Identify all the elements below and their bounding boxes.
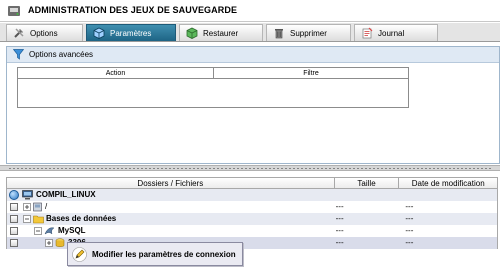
tab-journal[interactable]: Journal (354, 24, 438, 41)
column-header-files[interactable]: Dossiers / Fichiers (7, 178, 335, 188)
folder-icon (33, 215, 44, 224)
tree-item-label: MySQL (58, 226, 86, 235)
tree-row-databases[interactable]: Bases de données --- --- (7, 213, 497, 225)
size-value: --- (335, 226, 344, 235)
row-checkbox[interactable] (10, 239, 18, 247)
row-checkbox[interactable] (10, 203, 18, 211)
tab-bar: Options Paramètres Restaurer Supprimer J… (0, 23, 500, 42)
splitter-grip (8, 167, 492, 170)
restore-box-icon (186, 27, 198, 39)
column-header-size[interactable]: Taille (335, 178, 400, 188)
column-header-action[interactable]: Action (18, 68, 214, 78)
tab-options-label: Options (30, 28, 58, 38)
advanced-options-panel: Options avancées Action Filtre (6, 46, 500, 164)
column-header-date[interactable]: Date de modification (399, 178, 497, 188)
date-value: --- (405, 202, 414, 211)
trash-icon (275, 29, 283, 39)
expand-plus-icon[interactable] (45, 238, 53, 248)
column-header-filtre[interactable]: Filtre (214, 68, 408, 78)
row-checkbox[interactable] (10, 215, 18, 223)
drive-icon (33, 202, 42, 212)
tree-item-label: COMPIL_LINUX (36, 190, 96, 199)
tab-restaurer[interactable]: Restaurer (179, 24, 263, 41)
tab-parametres[interactable]: Paramètres (86, 24, 176, 41)
files-table: Dossiers / Fichiers Taille Date de modif… (6, 177, 498, 249)
selection-radio[interactable] (9, 190, 19, 200)
tools-icon (14, 28, 24, 38)
tree-item-label: / (45, 202, 48, 211)
tab-supprimer-label: Supprimer (290, 28, 327, 38)
tree-row-compil-linux[interactable]: COMPIL_LINUX (7, 189, 497, 201)
connection-settings-tooltip: Modifier les paramètres de connexion (67, 242, 243, 266)
size-value: --- (335, 214, 344, 223)
journal-icon (362, 27, 373, 39)
row-checkbox[interactable] (10, 227, 18, 235)
tab-journal-label: Journal (378, 28, 405, 38)
title-bar: ADMINISTRATION DES JEUX DE SAUVEGARDE (0, 0, 500, 22)
date-value: --- (405, 226, 414, 235)
tab-supprimer[interactable]: Supprimer (266, 24, 351, 41)
size-value: --- (335, 238, 344, 247)
mysql-dolphin-icon (44, 227, 55, 235)
edit-pencil-icon (72, 246, 87, 262)
tree-item-label: Bases de données (46, 214, 117, 223)
date-value: --- (405, 238, 414, 247)
filter-icon (13, 49, 24, 60)
date-value: --- (405, 214, 414, 223)
expand-plus-icon[interactable] (23, 202, 31, 212)
tooltip-text: Modifier les paramètres de connexion (92, 249, 236, 259)
advanced-options-header[interactable]: Options avancées (7, 47, 499, 63)
panel-splitter[interactable] (0, 165, 500, 171)
filter-table-body (18, 79, 408, 107)
filter-table: Action Filtre (17, 67, 409, 108)
cube-icon (93, 27, 105, 39)
files-table-header: Dossiers / Fichiers Taille Date de modif… (7, 177, 497, 189)
tree-row-mysql[interactable]: MySQL --- --- (7, 225, 497, 237)
collapse-minus-icon[interactable] (23, 214, 31, 224)
tab-parametres-label: Paramètres (110, 28, 152, 38)
disk-icon (8, 6, 20, 16)
tab-options[interactable]: Options (6, 24, 83, 41)
page-title: ADMINISTRATION DES JEUX DE SAUVEGARDE (28, 5, 238, 15)
computer-icon (22, 190, 33, 200)
database-instance-icon (55, 238, 65, 247)
collapse-minus-icon[interactable] (34, 226, 42, 236)
tree-row-root[interactable]: / --- --- (7, 201, 497, 213)
size-value: --- (335, 202, 344, 211)
tab-restaurer-label: Restaurer (203, 28, 239, 38)
advanced-options-title: Options avancées (29, 50, 94, 59)
